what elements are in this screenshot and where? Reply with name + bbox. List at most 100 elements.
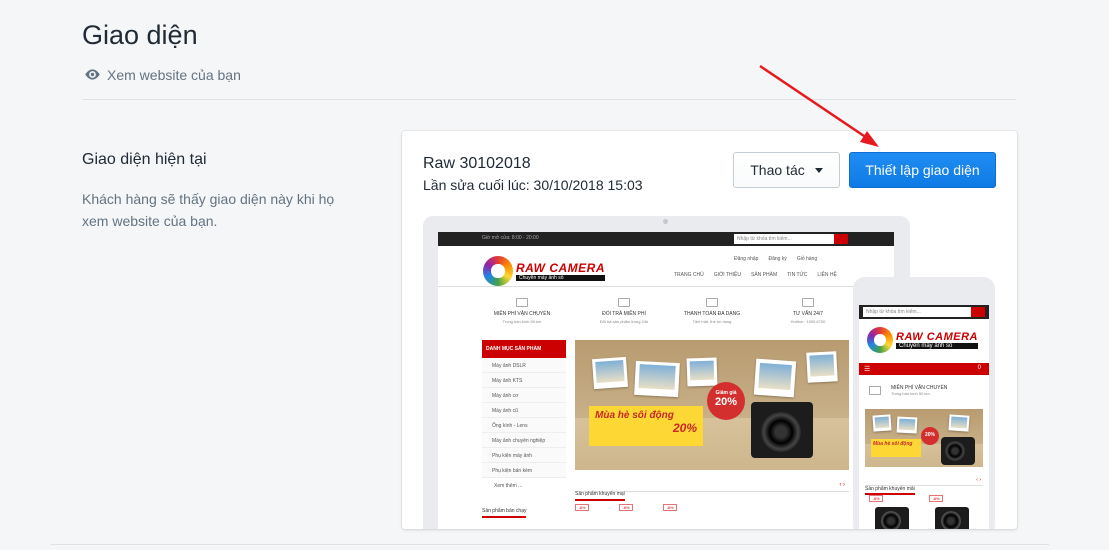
mobile-feature: MIỄN PHÍ VẬN CHUYỂN Trong bán kính 50 km: [869, 385, 979, 396]
preview-feature-title: MIỄN PHÍ VẬN CHUYỂN: [493, 311, 551, 317]
banner-photo: [896, 416, 918, 434]
mobile-logo: RAW CAMERA Chuyên máy ảnh số: [867, 327, 978, 353]
preview-nav: TRANG CHỦ GIỚI THIỆU SẢN PHẨM TIN TỨC LI…: [674, 272, 837, 278]
preview-login: Đăng nhập: [734, 256, 759, 262]
view-website-label: Xem website của bạn: [107, 66, 241, 83]
preview-logo: RAW CAMERA Chuyên máy ảnh số: [483, 256, 605, 286]
mobile-preview: Nhập từ khóa tìm kiếm... RAW CAMERA Chuy…: [853, 277, 995, 529]
mobile-product-tags: -8% -8%: [869, 495, 943, 502]
preview-sidebar-item: Phụ kiện bán kèm: [482, 463, 566, 478]
preview-sidebar-item: Máy ảnh DSLR: [482, 358, 566, 373]
mobile-slogan: Chuyên máy ảnh số: [896, 343, 978, 349]
preview-banner: Giảm giá 20% Mùa hè sôi động 20%: [575, 340, 849, 470]
mobile-banner-promo: Mùa hè sôi động: [871, 439, 921, 457]
preview-nav-item: GIỚI THIỆU: [713, 272, 741, 278]
discount-tag: -8%: [929, 495, 943, 502]
carousel-arrows-icon: ‹ ›: [976, 477, 981, 483]
preview-section-title: Sản phẩm khuyến mại: [575, 491, 625, 501]
banner-photo: [686, 357, 718, 387]
theme-name: Raw 30102018: [423, 155, 531, 172]
preview-sidebar-item: Máy ảnh cơ: [482, 388, 566, 403]
preview-feature-desc: Hotline : 1900 6750: [790, 319, 826, 324]
preview-feature-desc: Trong bán kính 50 km: [502, 319, 542, 324]
banner-photo: [872, 414, 892, 432]
view-website-link[interactable]: Xem website của bạn: [84, 66, 241, 83]
preview-sidebar-item: Máy ảnh KTS: [482, 373, 566, 388]
theme-last-edited: Lần sửa cuối lúc: 30/10/2018 15:03: [423, 177, 643, 193]
banner-sale-badge: Giảm giá 20%: [707, 382, 745, 420]
preview-sidebar-more: Xem thêm ...: [494, 483, 523, 489]
mobile-search-bar: Nhập từ khóa tìm kiếm...: [859, 305, 989, 319]
camera-lens: [945, 441, 965, 461]
discount-tag: -8%: [663, 504, 677, 511]
carousel-arrows-icon: ‹ ›: [839, 482, 845, 488]
preview-feature: MIỄN PHÍ VẬN CHUYỂN Trong bán kính 50 km: [482, 298, 562, 324]
preview-feature-desc: Đổi trả sản phẩm trong 24h: [599, 319, 649, 324]
current-theme-heading: Giao diện hiện tại: [82, 151, 207, 168]
customize-theme-button[interactable]: Thiết lập giao diện: [849, 152, 996, 188]
preview-product-tags: -8% -8% -8%: [575, 504, 849, 511]
preview-feature: TƯ VẤN 24/7 Hotline : 1900 6750: [768, 298, 848, 324]
preview-divider: [438, 286, 894, 287]
preview-feature-title: THANH TOÁN ĐA DẠNG: [683, 311, 741, 317]
preview-open-hours: Giờ mở cửa: 8:00 - 20:00: [482, 235, 539, 241]
preview-feature: THANH TOÁN ĐA DẠNG Tiền mặt, thẻ tín dụn…: [672, 298, 752, 324]
desktop-preview-screen: Giờ mở cửa: 8:00 - 20:00 Nhập từ khóa tì…: [438, 232, 894, 529]
banner-promo-title: Mùa hè sôi động: [595, 410, 674, 421]
preview-sidebar-item: Máy ảnh chuyên nghiệp: [482, 433, 566, 448]
preview-sidebar-item: Phụ kiện máy ảnh: [482, 448, 566, 463]
camera-product-image: [875, 507, 909, 529]
banner-promo: Mùa hè sôi động 20%: [589, 406, 703, 446]
mobile-feature-desc: Trong bán kính 50 km: [891, 391, 930, 396]
chat-icon: [802, 298, 814, 307]
logo-ring-icon: [483, 256, 513, 286]
truck-icon: [869, 386, 881, 395]
theme-card: Raw 30102018 Lần sửa cuối lúc: 30/10/201…: [402, 131, 1017, 529]
mobile-promo-section: Sản phẩm khuyến mãi ‹ ›: [865, 477, 983, 495]
preview-feature-title: TƯ VẤN 24/7: [792, 311, 824, 317]
banner-photo: [634, 360, 680, 398]
mobile-menu-bar: ☰ 0: [859, 363, 989, 375]
camera-lens: [761, 412, 801, 452]
preview-bestseller-title: Sản phẩm bán chạy: [482, 508, 527, 518]
preview-slogan: Chuyên máy ảnh số: [516, 275, 605, 281]
mobile-section-title: Sản phẩm khuyến mãi: [865, 486, 915, 495]
caret-down-icon: [814, 167, 823, 173]
preview-nav-item: LIÊN HỆ: [817, 272, 837, 278]
preview-sidebar-item: Ống kính - Lens: [482, 418, 566, 433]
preview-register: Đăng ký: [768, 256, 787, 262]
preview-feature-desc: Tiền mặt, thẻ tín dụng: [692, 319, 732, 324]
preview-nav-item: TIN TỨC: [787, 272, 808, 278]
mobile-brand: RAW CAMERA: [896, 331, 978, 343]
camera-product-image: [935, 507, 969, 529]
bottom-divider: [50, 544, 1049, 545]
banner-photo: [753, 358, 797, 398]
eye-icon: [85, 69, 100, 80]
logo-ring-icon: [867, 327, 893, 353]
preview-topbar: Giờ mở cửa: 8:00 - 20:00 Nhập từ khóa tì…: [438, 232, 894, 246]
preview-cart: Giỏ hàng: [796, 256, 818, 262]
discount-tag: -8%: [575, 504, 589, 511]
preview-sidebar: DANH MỤC SẢN PHẨM Máy ảnh DSLR Máy ảnh K…: [482, 340, 566, 529]
page-title: Giao diện: [82, 20, 198, 50]
preview-search-input: Nhập từ khóa tìm kiếm...: [734, 234, 834, 244]
preview-sidebar-title: DANH MỤC SẢN PHẨM: [482, 340, 566, 358]
mobile-sale-badge: 20%: [921, 427, 939, 445]
banner-sale-percent: 20%: [714, 396, 738, 408]
discount-tag: -8%: [619, 504, 633, 511]
truck-icon: [516, 298, 528, 307]
preview-user-links: Đăng nhập Đăng ký Giỏ hàng: [734, 256, 817, 262]
current-theme-description: Khách hàng sẽ thấy giao diện này khi họ …: [82, 191, 335, 229]
preview-promo-section: Sản phẩm khuyến mại ‹ ›: [575, 482, 849, 501]
preview-nav-item: SẢN PHẨM: [751, 272, 778, 278]
mobile-preview-screen: Nhập từ khóa tìm kiếm... RAW CAMERA Chuy…: [859, 305, 989, 529]
banner-photo: [948, 414, 970, 432]
banner-photo: [591, 356, 629, 390]
mobile-search-icon: [971, 307, 985, 317]
preview-sidebar-item: Máy ảnh cũ: [482, 403, 566, 418]
mobile-search-input: Nhập từ khóa tìm kiếm...: [863, 307, 971, 317]
mobile-cart-count: 0: [977, 365, 981, 371]
preview-search-icon: [834, 234, 848, 244]
actions-dropdown-button[interactable]: Thao tác: [733, 152, 840, 188]
preview-feature: ĐỔI TRẢ MIỄN PHÍ Đổi trả sản phẩm trong …: [584, 298, 664, 324]
